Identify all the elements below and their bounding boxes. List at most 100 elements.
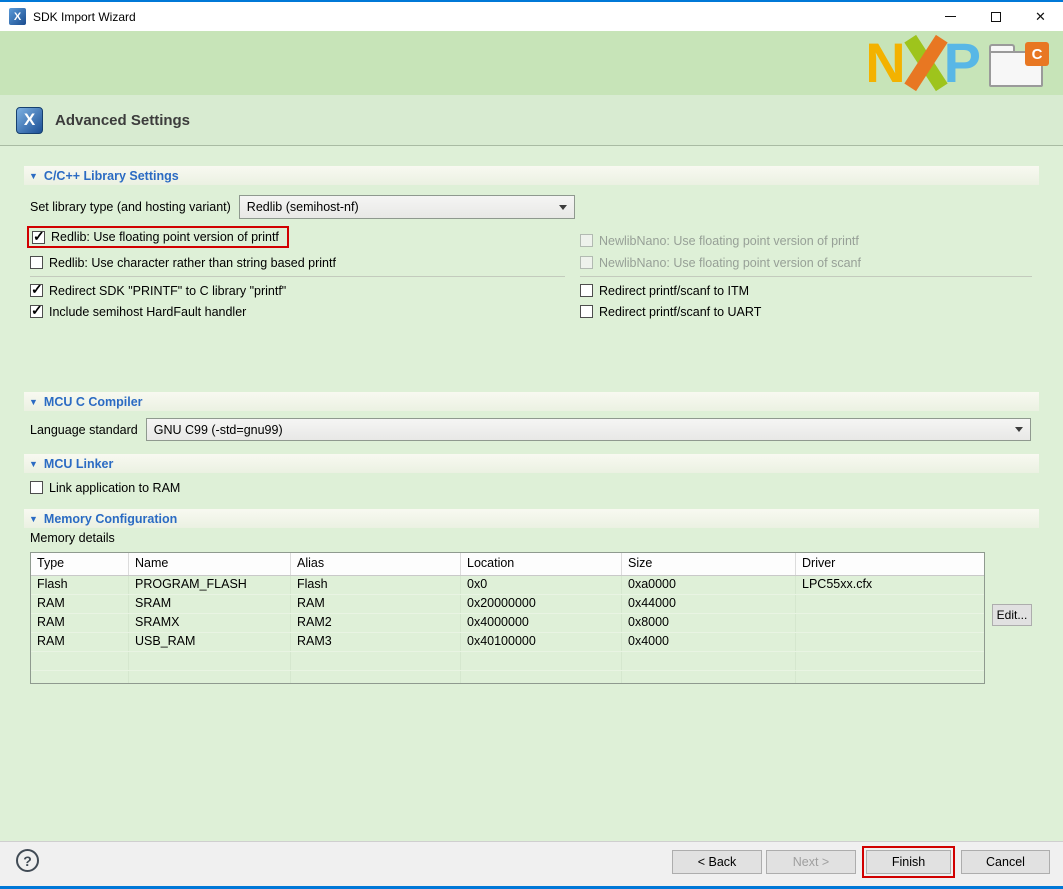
checkbox-box (580, 305, 593, 318)
close-icon: ✕ (1035, 10, 1046, 23)
maximize-icon (991, 12, 1001, 22)
mcuxpresso-x-logo-icon: X (16, 107, 43, 134)
collapse-triangle-icon: ▼ (29, 514, 38, 524)
checkbox-box (580, 284, 593, 297)
cell-type: RAM (31, 633, 129, 651)
column-header-name: Name (129, 553, 291, 575)
table-row[interactable]: RAM SRAM RAM 0x20000000 0x44000 (31, 595, 984, 614)
cell-size: 0xa0000 (622, 576, 796, 594)
back-button[interactable]: < Back (672, 850, 762, 874)
checkbox-label: Redirect printf/scanf to UART (599, 305, 761, 319)
folder-c-icon: C (989, 42, 1049, 87)
checkbox-label: Redlib: Use character rather than string… (49, 256, 336, 270)
cancel-button[interactable]: Cancel (961, 850, 1050, 874)
left-column-divider (30, 276, 565, 277)
nxp-letter-n: N (865, 38, 903, 88)
edit-button[interactable]: Edit... (992, 604, 1032, 626)
cell-name: SRAMX (129, 614, 291, 632)
banner: N X P C (0, 31, 1063, 95)
section-header-library-settings[interactable]: ▼ C/C++ Library Settings (24, 166, 1039, 185)
checkbox-redirect-itm[interactable]: Redirect printf/scanf to ITM (580, 282, 749, 299)
language-standard-combo[interactable]: GNU C99 (-std=gnu99) (146, 418, 1031, 441)
cell-location: 0x4000000 (461, 614, 622, 632)
finish-highlight-frame: Finish (862, 846, 955, 878)
section-title: Memory Configuration (44, 512, 177, 526)
minimize-icon (945, 16, 956, 17)
section-title: C/C++ Library Settings (44, 169, 179, 183)
minimize-button[interactable] (928, 2, 973, 31)
cell-location: 0x40100000 (461, 633, 622, 651)
checkbox-redlib-float-printf[interactable]: Redlib: Use floating point version of pr… (27, 226, 289, 248)
checkbox-redlib-char-printf[interactable]: Redlib: Use character rather than string… (30, 254, 336, 271)
section-header-linker[interactable]: ▼ MCU Linker (24, 454, 1039, 473)
cell-size: 0x8000 (622, 614, 796, 632)
language-standard-row: Language standard GNU C99 (-std=gnu99) (0, 417, 1063, 442)
collapse-triangle-icon: ▼ (29, 171, 38, 181)
checkbox-redirect-sdk-printf[interactable]: Redirect SDK "PRINTF" to C library "prin… (30, 282, 286, 299)
maximize-button[interactable] (973, 2, 1018, 31)
chevron-down-icon (552, 196, 574, 218)
cell-driver (796, 614, 984, 632)
cell-alias: RAM (291, 595, 461, 613)
table-row[interactable]: RAM SRAMX RAM2 0x4000000 0x8000 (31, 614, 984, 633)
table-row[interactable]: Flash PROGRAM_FLASH Flash 0x0 0xa0000 LP… (31, 576, 984, 595)
library-type-label: Set library type (and hosting variant) (30, 200, 231, 214)
section-header-compiler[interactable]: ▼ MCU C Compiler (24, 392, 1039, 411)
cell-size: 0x44000 (622, 595, 796, 613)
cell-location: 0x0 (461, 576, 622, 594)
cell-alias: Flash (291, 576, 461, 594)
memory-details-label: Memory details (30, 531, 115, 545)
column-header-alias: Alias (291, 553, 461, 575)
cell-type: RAM (31, 595, 129, 613)
cell-name: PROGRAM_FLASH (129, 576, 291, 594)
checkbox-label: Redirect SDK "PRINTF" to C library "prin… (49, 284, 286, 298)
checkbox-box (30, 481, 43, 494)
right-column-divider (580, 276, 1032, 277)
checkbox-link-to-ram[interactable]: Link application to RAM (30, 479, 180, 496)
checkbox-newlibnano-float-scanf: NewlibNano: Use floating point version o… (580, 254, 861, 271)
library-type-combo[interactable]: Redlib (semihost-nf) (239, 195, 575, 219)
cell-size: 0x4000 (622, 633, 796, 651)
checkbox-label: Redirect printf/scanf to ITM (599, 284, 749, 298)
combo-value: GNU C99 (-std=gnu99) (154, 423, 1008, 437)
cell-name: USB_RAM (129, 633, 291, 651)
language-standard-label: Language standard (30, 423, 138, 437)
section-title: MCU C Compiler (44, 395, 143, 409)
table-row-empty (31, 671, 984, 684)
checkbox-box (580, 256, 593, 269)
section-title: MCU Linker (44, 457, 113, 471)
finish-button[interactable]: Finish (866, 850, 951, 874)
memory-table: Type Name Alias Location Size Driver Fla… (30, 552, 985, 684)
cell-type: RAM (31, 614, 129, 632)
sdk-import-wizard-window: X SDK Import Wizard ✕ N X P C X Advanced… (0, 0, 1063, 889)
cell-alias: RAM2 (291, 614, 461, 632)
checkbox-redirect-uart[interactable]: Redirect printf/scanf to UART (580, 303, 761, 320)
page-title: Advanced Settings (55, 112, 190, 129)
next-button: Next > (766, 850, 856, 874)
column-header-driver: Driver (796, 553, 984, 575)
cell-alias: RAM3 (291, 633, 461, 651)
section-header-memory[interactable]: ▼ Memory Configuration (24, 509, 1039, 528)
window-title: SDK Import Wizard (33, 10, 136, 24)
cell-type: Flash (31, 576, 129, 594)
checkbox-label: Redlib: Use floating point version of pr… (51, 230, 279, 244)
table-row[interactable]: RAM USB_RAM RAM3 0x40100000 0x4000 (31, 633, 984, 652)
collapse-triangle-icon: ▼ (29, 397, 38, 407)
table-header-row: Type Name Alias Location Size Driver (31, 553, 984, 576)
column-header-location: Location (461, 553, 622, 575)
cell-driver (796, 595, 984, 613)
checkbox-box (30, 284, 43, 297)
nxp-logo: N X P (865, 36, 979, 90)
titlebar: X SDK Import Wizard ✕ (0, 2, 1063, 31)
collapse-triangle-icon: ▼ (29, 459, 38, 469)
close-button[interactable]: ✕ (1018, 2, 1063, 31)
checkbox-label: Include semihost HardFault handler (49, 305, 246, 319)
chevron-down-icon (1008, 419, 1030, 440)
cell-driver: LPC55xx.cfx (796, 576, 984, 594)
table-row-empty (31, 652, 984, 671)
checkbox-semihost-hardfault[interactable]: Include semihost HardFault handler (30, 303, 246, 320)
column-header-size: Size (622, 553, 796, 575)
library-type-row: Set library type (and hosting variant) R… (0, 194, 1063, 220)
help-icon[interactable]: ? (16, 849, 39, 872)
checkbox-box (32, 231, 45, 244)
